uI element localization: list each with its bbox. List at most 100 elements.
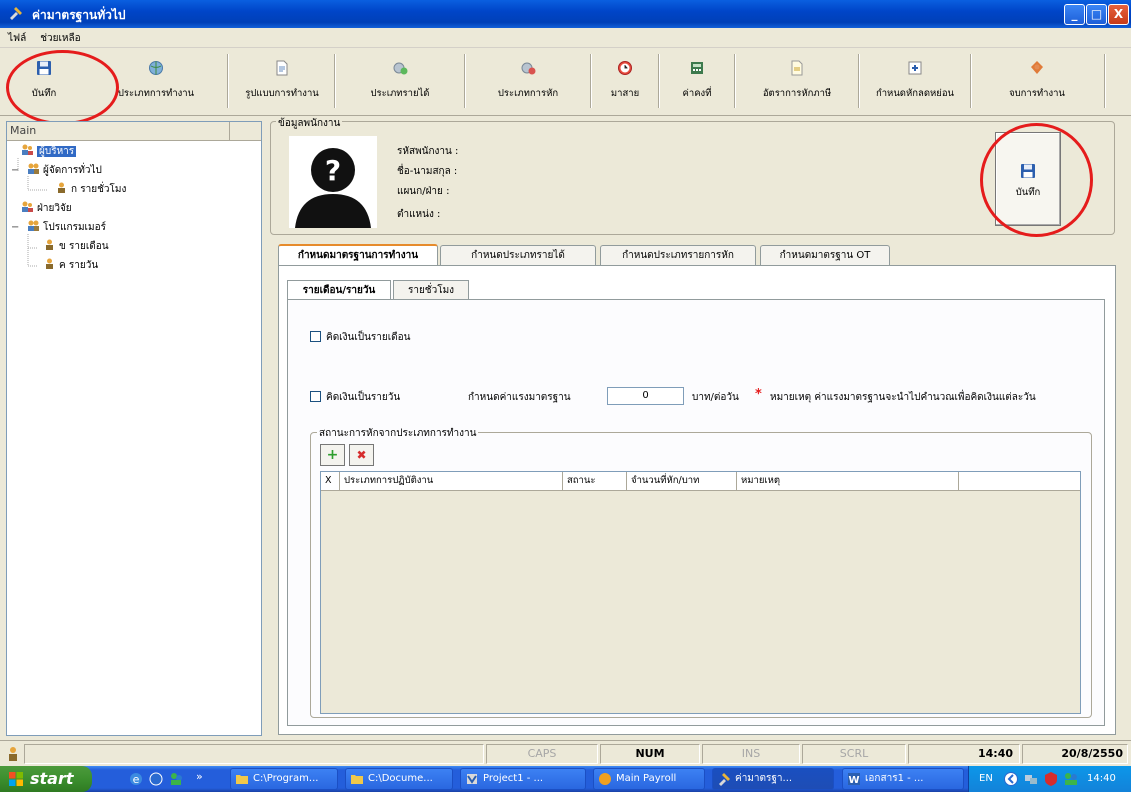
- toolbar-work-pattern-button[interactable]: รูปแบบการทำงาน: [232, 54, 332, 112]
- tree-lines: [17, 158, 48, 267]
- ins-indicator: INS: [702, 744, 800, 764]
- tab-deduction-type[interactable]: กำหนดประเภทรายการหัก: [600, 245, 756, 266]
- toolbar-separator: [464, 54, 466, 108]
- money-add-icon: [393, 62, 408, 75]
- app-icon: [719, 773, 730, 786]
- taskbar-item-documents[interactable]: C:\Docume...: [345, 768, 453, 790]
- tab-ot-standard[interactable]: กำหนดมาตรฐาน OT: [760, 245, 890, 266]
- toolbar-income-type-button[interactable]: ประเภทรายได้: [338, 54, 462, 112]
- tree-node-label: ค รายวัน: [59, 260, 99, 271]
- toolbar-label: รูปแบบการทำงาน: [245, 88, 319, 99]
- save-button[interactable]: บันทึก: [995, 132, 1061, 226]
- windows-flag-icon: [9, 772, 23, 786]
- toolbar-separator: [658, 54, 660, 108]
- taskbar-item-standard-values[interactable]: ค่ามาตรฐา...: [712, 768, 834, 790]
- menu-help[interactable]: ช่วยเหลือ: [32, 28, 86, 46]
- taskbar-item-word-document[interactable]: W เอกสาร1 - ...: [842, 768, 964, 790]
- pay-period-panel: คิดเงินเป็นรายเดือน คิดเงินเป็นรายวัน กำ…: [287, 299, 1105, 726]
- standard-wage-input[interactable]: 0: [607, 387, 684, 405]
- language-indicator[interactable]: EN: [979, 766, 993, 792]
- toolbar-constants-button[interactable]: ค่าคงที่: [662, 54, 732, 112]
- grid-header: X ประเภทการปฏิบัติงาน สถานะ จำนวนที่หัก/…: [321, 472, 1080, 491]
- daily-checkbox[interactable]: คิดเงินเป็นรายวัน: [310, 390, 400, 405]
- toolbar-label: ค่าคงที่: [682, 88, 712, 99]
- employee-name-label: ชื่อ-นามสกุล :: [397, 166, 458, 177]
- title-bar[interactable]: ค่ามาตรฐานทั่วไป _ □ X: [0, 0, 1131, 28]
- delete-icon: ✖: [356, 448, 367, 462]
- toolbar-late-button[interactable]: มาสาย: [594, 54, 656, 112]
- tree-node-label: ก รายชั่วโมง: [71, 184, 127, 195]
- messenger-icon[interactable]: [168, 771, 184, 787]
- employee-info-group: ข้อมูลพนักงาน ? รหัสพนักงาน : ชื่อ-นามสก…: [270, 116, 1115, 235]
- toolbar-label: ประเภทรายได้: [370, 88, 430, 99]
- checkbox-box[interactable]: [310, 331, 321, 342]
- start-button[interactable]: start: [0, 766, 92, 792]
- ie-icon[interactable]: e: [128, 771, 144, 787]
- taskbar-item-label: C:\Docume...: [368, 773, 433, 784]
- calculator-icon: [691, 62, 703, 74]
- pay-period-tabs: รายเดือน/รายวัน รายชั่วโมง: [287, 280, 587, 300]
- tree-node[interactable]: ก รายชั่วโมง: [45, 182, 126, 198]
- users-tray-icon[interactable]: [1063, 771, 1079, 787]
- maximize-button[interactable]: □: [1086, 4, 1107, 25]
- settings-tabs: กำหนดมาตรฐานการทำงาน กำหนดประเภทรายได้ ก…: [278, 244, 1108, 267]
- toolbar-label: ประเภทการหัก: [497, 88, 559, 99]
- monthly-checkbox[interactable]: คิดเงินเป็นรายเดือน: [310, 330, 411, 345]
- tab-income-type[interactable]: กำหนดประเภทรายได้: [440, 245, 596, 266]
- tax-document-icon: [791, 60, 803, 76]
- grid-column-amount[interactable]: จำนวนที่หัก/บาท: [627, 472, 737, 491]
- main-window: ค่ามาตรฐานทั่วไป _ □ X ไฟล์ ช่วยเหลือ บัน…: [0, 0, 1131, 766]
- floppy-disk-icon: [1021, 164, 1035, 178]
- toolbar-label: ประเภทการทำงาน: [117, 88, 195, 99]
- security-shield-icon[interactable]: [1043, 771, 1059, 787]
- svg-text:e: e: [133, 773, 140, 786]
- tray-back-icon[interactable]: [1003, 771, 1019, 787]
- employee-info-caption: ข้อมูลพนักงาน: [276, 116, 343, 131]
- menu-file[interactable]: ไฟล์: [0, 28, 32, 46]
- tab-work-standard[interactable]: กำหนดมาตรฐานการทำงาน: [278, 244, 438, 267]
- floppy-disk-icon: [37, 61, 51, 75]
- toolbar-separator: [227, 54, 229, 108]
- toolbar-save-button[interactable]: บันทึก: [14, 54, 74, 112]
- toolbar-work-type-button[interactable]: ประเภทการทำงาน: [86, 54, 226, 112]
- checkbox-box[interactable]: [310, 391, 321, 402]
- monthly-checkbox-label: คิดเงินเป็นรายเดือน: [326, 332, 411, 343]
- tree-header-column: [229, 122, 262, 141]
- employee-department-label: แผนก/ฝ่าย :: [397, 186, 450, 197]
- taskbar-item-main-payroll[interactable]: Main Payroll: [593, 768, 705, 790]
- deduction-grid[interactable]: X ประเภทการปฏิบัติงาน สถานะ จำนวนที่หัก/…: [320, 471, 1081, 714]
- minimize-button[interactable]: _: [1064, 4, 1085, 25]
- taskbar-item-program-files[interactable]: C:\Program...: [230, 768, 338, 790]
- word-icon: W: [848, 773, 860, 786]
- employee-position-label: ตำแหน่ง :: [397, 209, 441, 220]
- tab-monthly-daily[interactable]: รายเดือน/รายวัน: [287, 280, 391, 300]
- toolbar: บันทึก ประเภทการทำงาน รูปแบบการทำงาน ประ…: [0, 48, 1131, 116]
- status-date: 20/8/2550: [1022, 744, 1128, 764]
- grid-column-work-type[interactable]: ประเภทการปฏิบัติงาน: [340, 472, 563, 491]
- tree-node-label: ข รายเดือน: [59, 241, 109, 252]
- quicklaunch-chevron[interactable]: »: [196, 770, 203, 783]
- globe-icon: [149, 61, 163, 75]
- delete-row-button[interactable]: ✖: [349, 444, 374, 466]
- close-button[interactable]: X: [1108, 4, 1129, 25]
- grid-column-status[interactable]: สถานะ: [563, 472, 627, 491]
- svg-text:W: W: [848, 775, 859, 786]
- toolbar-tax-rate-button[interactable]: อัตราการหักภาษี: [738, 54, 856, 112]
- grid-column-select[interactable]: X: [321, 472, 340, 491]
- organization-tree[interactable]: Main ผู้บริหาร − ผู้จัดการทั่วไป ก รายชั่…: [6, 121, 262, 736]
- status-message: [24, 744, 484, 764]
- grid-column-note[interactable]: หมายเหตุ: [737, 472, 959, 491]
- add-row-button[interactable]: +: [320, 444, 345, 466]
- taskbar: start e » C:\Program... C:\Docume... Pro…: [0, 766, 1131, 792]
- toolbar-label: บันทึก: [31, 88, 57, 99]
- tab-hourly[interactable]: รายชั่วโมง: [393, 280, 469, 300]
- daily-checkbox-label: คิดเงินเป็นรายวัน: [326, 392, 401, 403]
- network-icon[interactable]: [1023, 771, 1039, 787]
- money-remove-icon: [521, 62, 536, 75]
- toolbar-exit-button[interactable]: จบการทำงาน: [974, 54, 1100, 112]
- toolbar-deduction-allowance-button[interactable]: กำหนดหักลดหย่อน: [862, 54, 968, 112]
- taskbar-item-label: C:\Program...: [253, 773, 319, 784]
- taskbar-item-project1[interactable]: Project1 - ...: [460, 768, 586, 790]
- browser-icon[interactable]: [148, 771, 164, 787]
- toolbar-deduction-type-button[interactable]: ประเภทการหัก: [468, 54, 588, 112]
